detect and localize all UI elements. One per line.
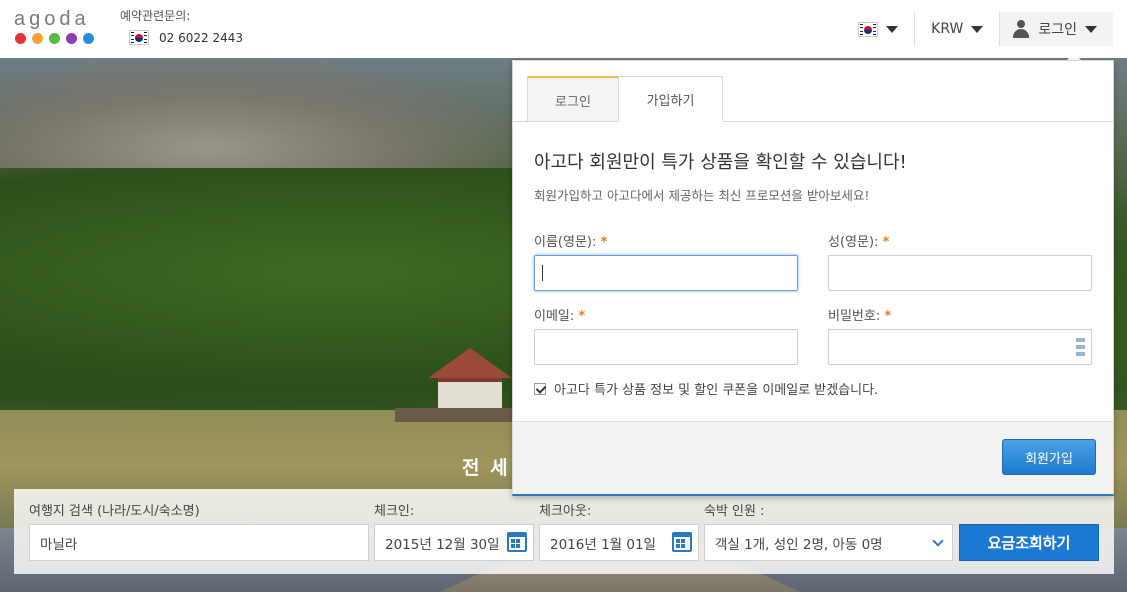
hero-pavilion	[428, 348, 512, 418]
logo-dot	[49, 33, 60, 44]
calendar-icon[interactable]	[507, 532, 527, 552]
agoda-logo[interactable]: agoda	[14, 8, 94, 44]
login-menu-button[interactable]: 로그인	[1000, 12, 1113, 46]
calendar-icon[interactable]	[672, 532, 692, 552]
header-menu: KRW 로그인	[842, 12, 1113, 46]
korea-flag-icon	[858, 21, 879, 37]
required-mark: *	[884, 309, 892, 324]
password-input[interactable]	[828, 329, 1092, 365]
newsletter-label: 아고다 특가 상품 정보 및 할인 쿠폰을 이메일로 받겠습니다.	[554, 383, 879, 398]
user-icon	[1012, 20, 1030, 38]
email-input[interactable]	[534, 329, 798, 365]
search-button[interactable]: 요금조회하기	[959, 524, 1099, 561]
popup-footer: 회원가입	[513, 421, 1113, 494]
caret-down-icon	[886, 25, 899, 33]
email-label: 이메일: *	[534, 309, 586, 324]
password-label: 비밀번호: *	[828, 309, 892, 324]
tab-login[interactable]: 로그인	[527, 76, 619, 122]
tabs-divider	[513, 121, 1113, 122]
checkin-label: 체크인:	[374, 504, 415, 519]
language-selector[interactable]	[842, 12, 914, 46]
korea-flag-icon	[129, 30, 149, 45]
contact-phone: 02 6022 2443	[159, 30, 243, 45]
required-mark: *	[882, 235, 890, 250]
contact-label: 예약관련문의:	[120, 9, 191, 23]
tab-signup[interactable]: 가입하기	[618, 76, 723, 122]
required-mark: *	[578, 309, 586, 324]
checkout-label: 체크아웃:	[539, 504, 592, 519]
chevron-down-icon	[932, 535, 944, 547]
top-header: agoda 예약관련문의: 02 6022 2443 KRW 로그인	[0, 0, 1127, 58]
login-label: 로그인	[1038, 22, 1077, 38]
destination-input[interactable]: 마닐라	[29, 524, 369, 561]
currency-label: KRW	[931, 21, 964, 37]
required-mark: *	[600, 235, 608, 250]
password-manager-icon[interactable]	[1076, 338, 1085, 356]
logo-dots	[15, 33, 94, 44]
popup-subheading: 회원가입하고 아고다에서 제공하는 최신 프로모션을 받아보세요!	[534, 188, 870, 203]
caret-down-icon	[1085, 25, 1097, 33]
guests-value: 객실 1개, 성인 2명, 아동 0명	[715, 536, 883, 553]
search-bar: 여행지 검색 (나라/도시/숙소명) 마닐라 체크인: 2015년 12월 30…	[14, 489, 1114, 574]
checkin-value: 2015년 12월 30일	[385, 536, 500, 553]
signup-popup: 로그인 가입하기 아고다 회원만이 특가 상품을 확인할 수 있습니다! 회원가…	[512, 60, 1114, 496]
newsletter-checkbox[interactable]	[534, 382, 546, 395]
destination-value: 마닐라	[40, 536, 78, 553]
logo-dot	[66, 33, 77, 44]
logo-dot	[32, 33, 43, 44]
signup-button[interactable]: 회원가입	[1002, 439, 1096, 475]
popup-heading: 아고다 회원만이 특가 상품을 확인할 수 있습니다!	[534, 152, 907, 173]
logo-dot	[83, 33, 94, 44]
guests-select[interactable]: 객실 1개, 성인 2명, 아동 0명	[704, 524, 953, 561]
logo-dot	[15, 33, 26, 44]
first-name-label: 이름(영문): *	[534, 235, 608, 250]
checkin-date-input[interactable]: 2015년 12월 30일	[374, 524, 534, 561]
text-cursor	[542, 265, 543, 281]
currency-selector[interactable]: KRW	[915, 12, 999, 46]
first-name-input[interactable]	[534, 255, 798, 291]
hero-tagline: 전 세	[462, 457, 510, 479]
last-name-label: 성(영문): *	[828, 235, 890, 250]
logo-text: agoda	[14, 8, 90, 30]
destination-label: 여행지 검색 (나라/도시/숙소명)	[29, 504, 200, 519]
checkout-value: 2016년 1월 01일	[550, 536, 656, 553]
newsletter-option[interactable]: 아고다 특가 상품 정보 및 할인 쿠폰을 이메일로 받겠습니다.	[534, 379, 878, 398]
checkout-date-input[interactable]: 2016년 1월 01일	[539, 524, 699, 561]
popup-tabs: 로그인 가입하기	[527, 76, 723, 122]
guests-label: 숙박 인원 :	[704, 504, 765, 519]
contact-info: 예약관련문의: 02 6022 2443	[120, 7, 243, 45]
caret-down-icon	[971, 25, 984, 33]
last-name-input[interactable]	[828, 255, 1092, 291]
